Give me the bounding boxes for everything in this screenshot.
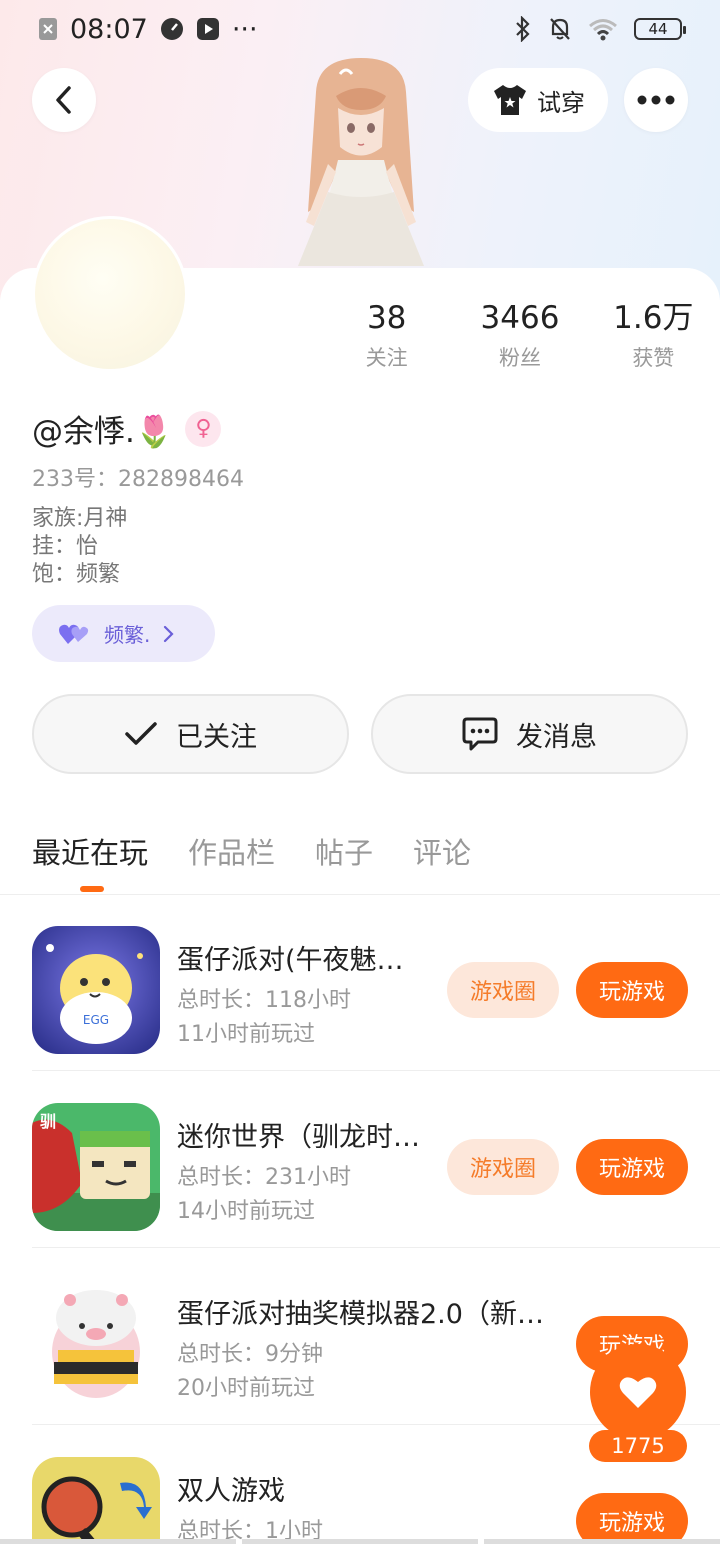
try-on-button[interactable]: 试穿 xyxy=(468,68,608,132)
play-game-button[interactable]: 玩游戏 xyxy=(576,1139,688,1195)
send-message-label: 发消息 xyxy=(516,721,597,753)
stat-label: 粉丝 xyxy=(498,346,541,370)
more-options-button[interactable] xyxy=(624,68,688,132)
svg-text:驯: 驯 xyxy=(40,1112,56,1131)
followed-button[interactable]: 已关注 xyxy=(32,694,349,774)
bio-line: 饱：频繁 xyxy=(32,562,121,587)
wifi-icon xyxy=(588,17,618,41)
username: @余悸.🌷 xyxy=(32,414,174,450)
profile-tabs: 最近在玩 作品栏 帖子 评论 xyxy=(32,830,471,892)
game-title: 迷你世界（驯龙时… xyxy=(177,1122,420,1153)
family-chip-label: 频繁. xyxy=(104,623,151,647)
female-gender-icon: ♀ xyxy=(185,410,222,447)
game-last-played: 11小时前玩过 xyxy=(177,1022,315,1047)
svg-text:EGG: EGG xyxy=(83,1013,109,1027)
game-last-played: 14小时前玩过 xyxy=(177,1199,315,1224)
stat-following[interactable]: 38 关注 xyxy=(320,298,453,372)
double-heart-icon xyxy=(59,624,89,644)
status-more-icon: ··· xyxy=(231,13,258,45)
user-id-label: 233号： xyxy=(32,467,118,492)
stat-likes[interactable]: 1.6万 获赞 xyxy=(587,298,720,372)
user-id-value: 282898464 xyxy=(118,467,244,492)
stat-fans[interactable]: 3466 粉丝 xyxy=(453,298,586,372)
bio-line: 挂：怡 xyxy=(32,534,99,559)
profile-stats: 38 关注 3466 粉丝 1.6万 获赞 xyxy=(320,298,720,372)
chevron-right-icon xyxy=(164,625,174,642)
user-bio: 家族:月神 挂：怡 饱：频繁 xyxy=(32,505,127,589)
username-row: @余悸.🌷 ♀ xyxy=(32,406,222,451)
game-icon-lottery-simulator[interactable] xyxy=(32,1280,160,1408)
play-game-button[interactable]: 玩游戏 xyxy=(576,962,688,1018)
checkmark-icon xyxy=(125,722,157,745)
bottom-edge xyxy=(0,1539,720,1544)
game-icon-two-player[interactable] xyxy=(32,1457,160,1544)
more-dots-icon xyxy=(637,95,675,105)
stat-value: 1.6万 xyxy=(613,300,694,336)
tshirt-icon xyxy=(494,85,526,115)
game-circle-button[interactable]: 游戏圈 xyxy=(447,1139,559,1195)
family-chip[interactable]: 频繁. xyxy=(32,605,215,662)
game-icon-eggy-party[interactable]: EGG xyxy=(32,926,160,1054)
tab-posts[interactable]: 帖子 xyxy=(315,830,373,872)
mute-bell-icon xyxy=(548,16,572,42)
user-avatar[interactable] xyxy=(32,216,188,372)
game-title: 蛋仔派对抽奖模拟器2.0（新… xyxy=(177,1299,544,1330)
status-time: 08:07 xyxy=(70,13,148,45)
game-total-duration: 总时长：118小时 xyxy=(177,988,351,1013)
bio-line: 家族:月神 xyxy=(32,506,128,531)
video-play-icon xyxy=(196,17,220,41)
status-bar: 08:07 ··· 44 xyxy=(0,0,720,58)
speed-icon xyxy=(160,17,184,41)
bluetooth-icon xyxy=(514,16,532,42)
tab-comments[interactable]: 评论 xyxy=(413,830,471,872)
followed-label: 已关注 xyxy=(176,721,257,753)
user-id[interactable]: 233号：282898464 xyxy=(32,461,244,493)
stat-label: 获赞 xyxy=(632,346,675,370)
back-button[interactable] xyxy=(32,68,96,132)
game-total-duration: 总时长：231小时 xyxy=(177,1165,351,1190)
game-title: 蛋仔派对(午夜魅… xyxy=(177,945,404,976)
like-floating-button[interactable] xyxy=(590,1344,686,1440)
game-list-item[interactable]: 驯 迷你世界（驯龙时… 总时长：231小时 14小时前玩过 游戏圈 玩游戏 xyxy=(32,1071,720,1248)
game-icon-mini-world[interactable]: 驯 xyxy=(32,1103,160,1231)
chat-bubble-icon xyxy=(462,717,498,751)
game-title: 双人游戏 xyxy=(177,1476,285,1507)
game-total-duration: 总时长：9分钟 xyxy=(177,1342,323,1367)
notification-close-icon xyxy=(38,17,58,41)
character-avatar-image[interactable] xyxy=(276,52,446,268)
battery-indicator: 44 xyxy=(634,18,686,40)
tab-works[interactable]: 作品栏 xyxy=(188,830,275,872)
play-game-button[interactable]: 玩游戏 xyxy=(576,1493,688,1544)
chevron-left-icon xyxy=(56,86,71,114)
stat-label: 关注 xyxy=(365,346,408,370)
send-message-button[interactable]: 发消息 xyxy=(371,694,688,774)
stat-value: 3466 xyxy=(480,300,560,336)
heart-icon xyxy=(619,1377,657,1408)
stat-value: 38 xyxy=(366,300,407,336)
game-circle-button[interactable]: 游戏圈 xyxy=(447,962,559,1018)
game-last-played: 20小时前玩过 xyxy=(177,1376,315,1401)
tab-recently-played[interactable]: 最近在玩 xyxy=(32,830,148,892)
like-count-badge: 1775 xyxy=(589,1430,687,1462)
game-list-item[interactable]: EGG 蛋仔派对(午夜魅… 总时长：118小时 11小时前玩过 游戏圈 玩游戏 xyxy=(32,894,720,1071)
try-on-label: 试穿 xyxy=(537,88,585,117)
